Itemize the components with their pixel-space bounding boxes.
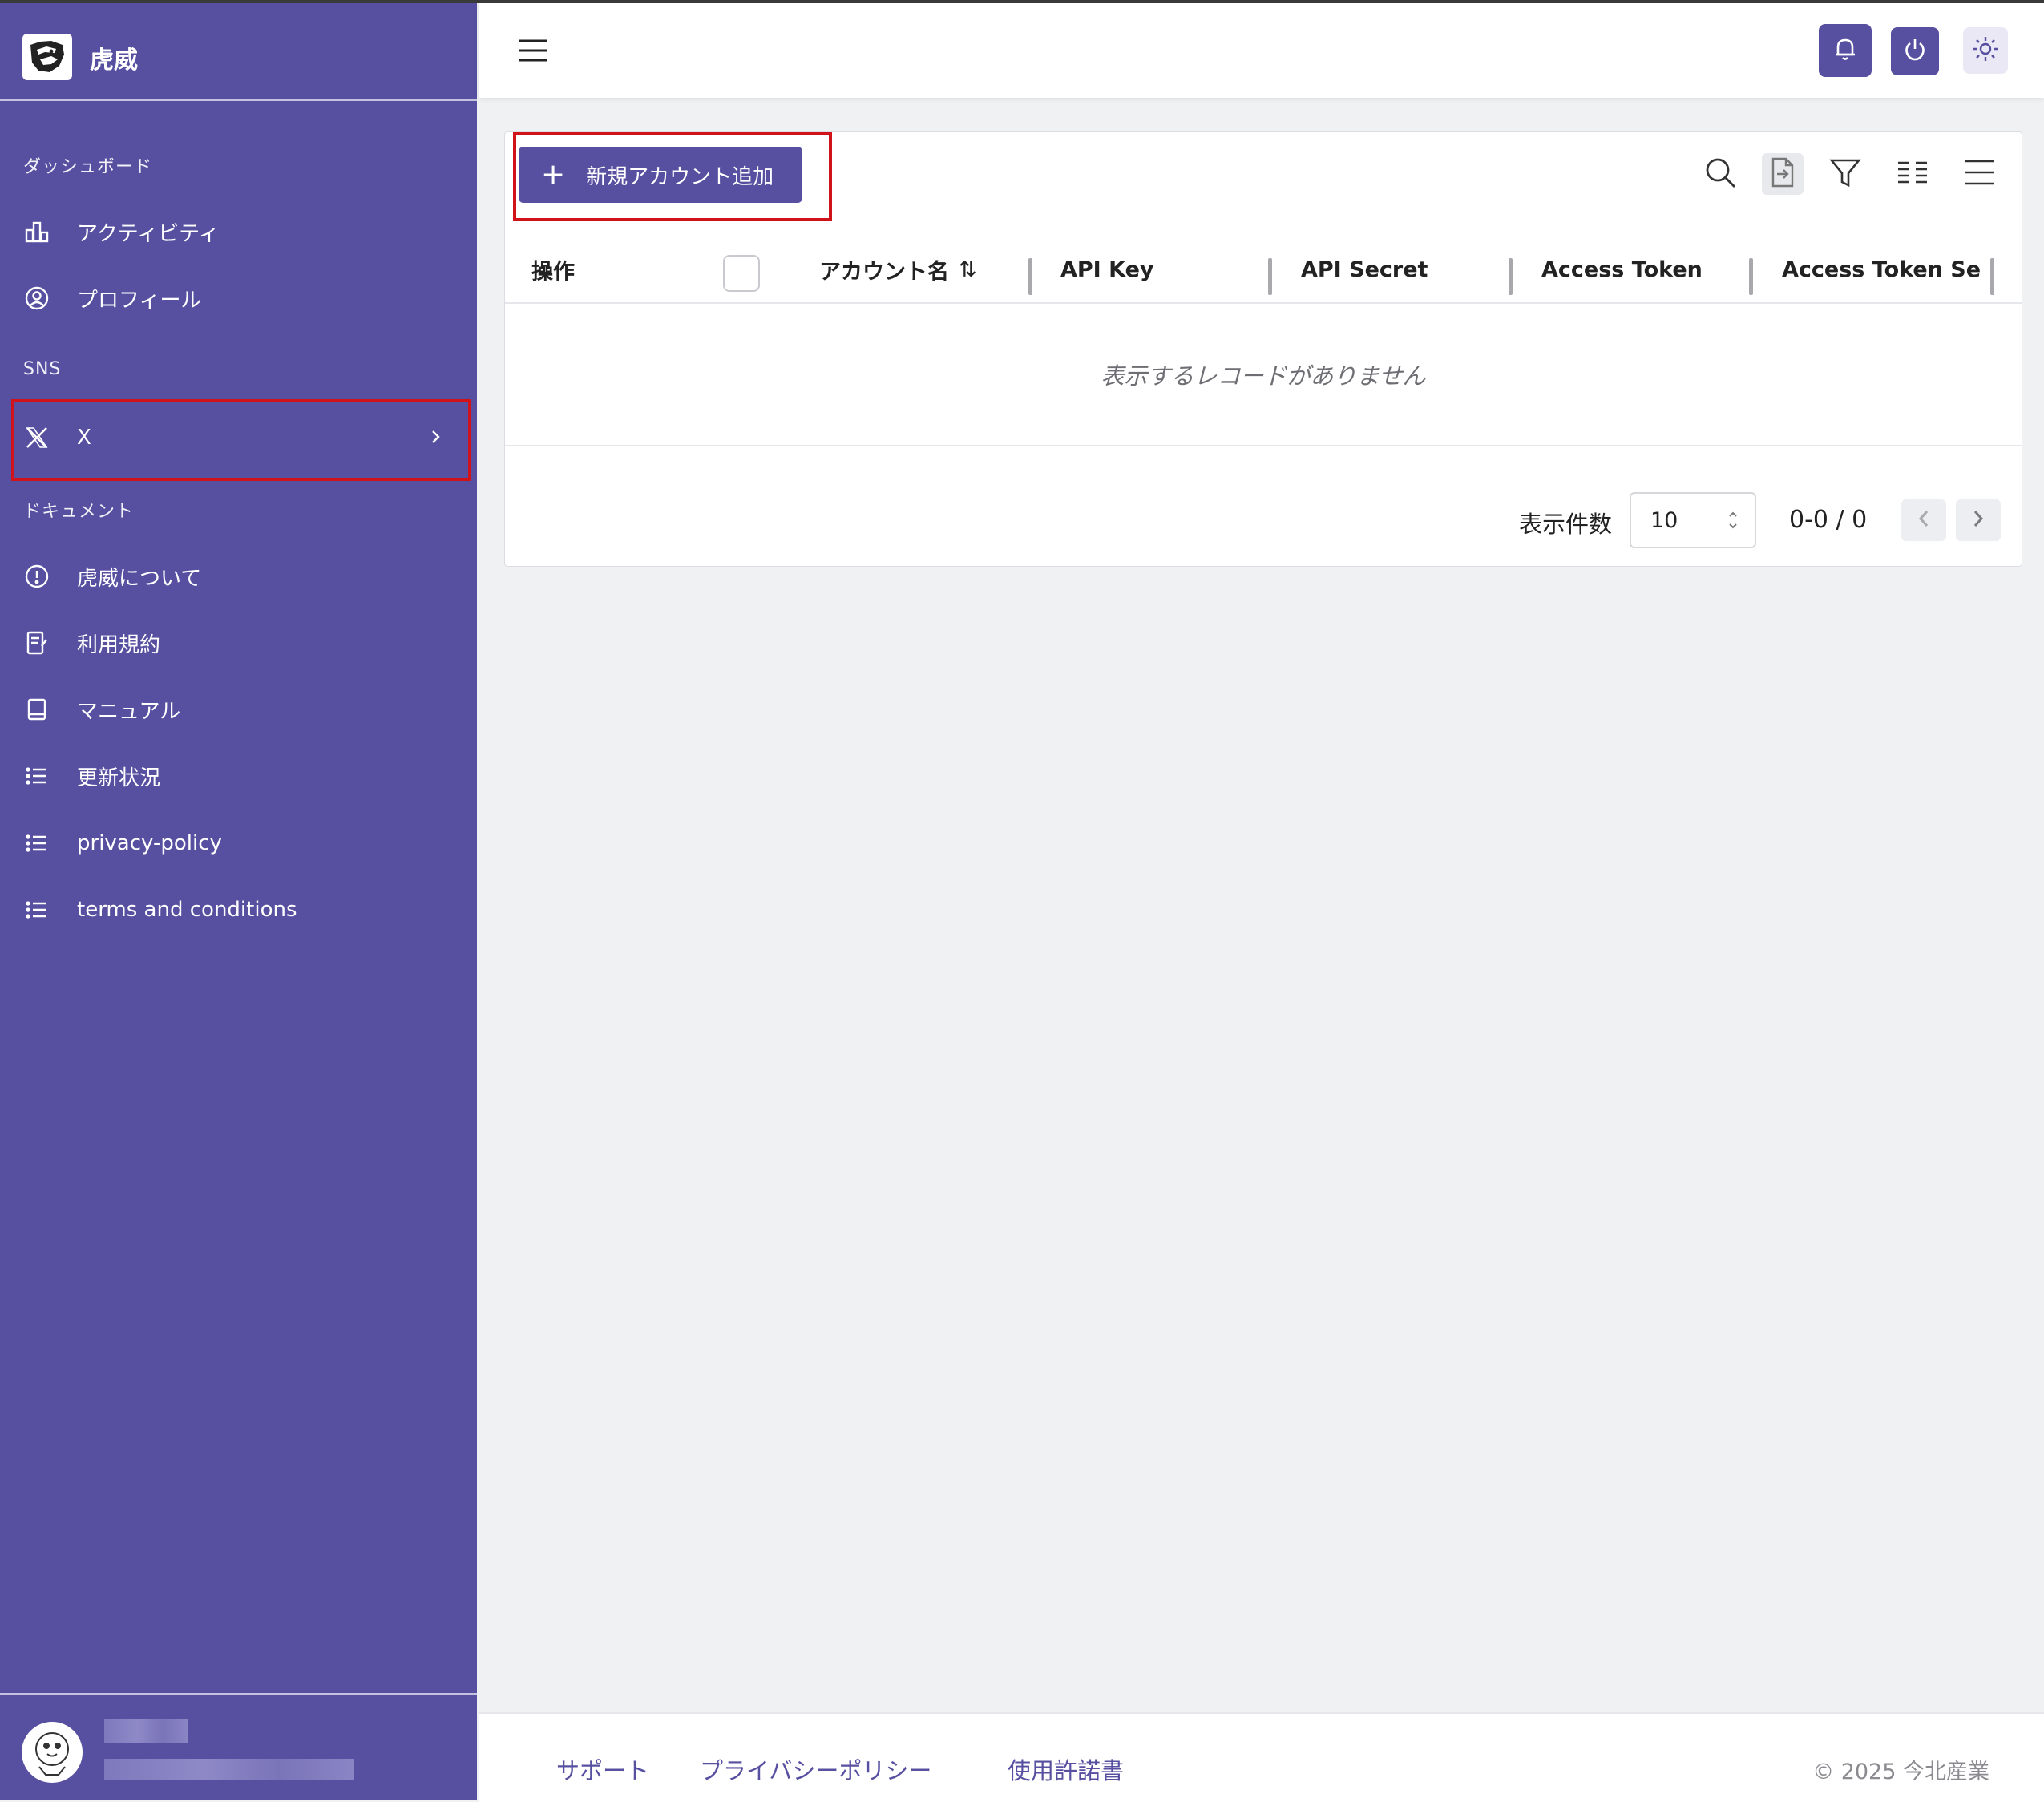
page-footer: サポート プライバシーポリシー 使用許諾書 © 2025 今北産業 bbox=[479, 1712, 2044, 1802]
footer-link-privacy[interactable]: プライバシーポリシー bbox=[700, 1752, 931, 1786]
user-name-redacted bbox=[104, 1719, 188, 1743]
user-circle-icon bbox=[24, 285, 50, 311]
section-sns: SNS bbox=[23, 359, 62, 379]
list-icon bbox=[24, 830, 50, 856]
column-header-label: アカウント名 bbox=[819, 259, 949, 285]
sidebar-item-label: privacy-policy bbox=[77, 831, 222, 855]
next-page-button[interactable] bbox=[1956, 499, 2001, 541]
sun-icon bbox=[1972, 35, 1999, 66]
power-icon bbox=[1902, 37, 1928, 66]
sidebar-item-activity[interactable]: アクティビティ bbox=[13, 202, 467, 261]
menu-icon bbox=[1964, 158, 1996, 190]
columns-button[interactable] bbox=[1892, 153, 1933, 195]
column-header-access-token-secret[interactable]: Access Token Se bbox=[1782, 236, 1990, 302]
filter-icon bbox=[1829, 156, 1861, 192]
column-header-api-secret[interactable]: API Secret bbox=[1301, 236, 1428, 302]
user-panel[interactable] bbox=[0, 1693, 477, 1802]
list-icon bbox=[24, 763, 50, 789]
search-button[interactable] bbox=[1699, 153, 1741, 195]
sidebar-item-terms-and-conditions[interactable]: terms and conditions bbox=[13, 880, 467, 939]
column-resize-handle[interactable] bbox=[1509, 258, 1513, 295]
top-header bbox=[479, 3, 2044, 98]
footer-link-license[interactable]: 使用許諾書 bbox=[1008, 1752, 1124, 1786]
sidebar-item-label: terms and conditions bbox=[77, 898, 297, 922]
sidebar-item-about[interactable]: 虎威について bbox=[13, 547, 467, 606]
export-file-icon bbox=[1768, 156, 1797, 192]
highlight-box-add-button bbox=[513, 132, 832, 221]
chevron-left-icon bbox=[1916, 507, 1932, 534]
column-header-access-token[interactable]: Access Token bbox=[1541, 236, 1703, 302]
empty-table-message: 表示するレコードがありません bbox=[505, 304, 2022, 446]
user-email-redacted bbox=[104, 1759, 354, 1780]
column-header-account-name[interactable]: アカウント名 ⇅ bbox=[819, 236, 977, 302]
document-pen-icon bbox=[24, 630, 50, 656]
bell-icon bbox=[1832, 35, 1859, 66]
export-button[interactable] bbox=[1762, 153, 1804, 195]
prev-page-button[interactable] bbox=[1901, 499, 1946, 541]
per-page-value: 10 bbox=[1650, 507, 1678, 533]
brand[interactable]: 虎威 bbox=[0, 3, 477, 101]
sidebar-item-manual[interactable]: マニュアル bbox=[13, 680, 467, 739]
per-page-label: 表示件数 bbox=[1519, 511, 1613, 538]
column-resize-handle[interactable] bbox=[1749, 258, 1753, 295]
sidebar-item-label: マニュアル bbox=[77, 699, 181, 724]
section-docs: ドキュメント bbox=[23, 502, 135, 522]
sidebar-item-label: 更新状況 bbox=[77, 766, 161, 790]
notifications-button[interactable] bbox=[1819, 24, 1872, 77]
accounts-card: + 新規アカウント追加 操作 アカウント名 ⇅ API Key API Secr… bbox=[504, 131, 2022, 567]
column-resize-handle[interactable] bbox=[1028, 258, 1032, 295]
sidebar-item-label: 虎威について bbox=[77, 566, 202, 591]
window-top-border bbox=[0, 0, 2044, 3]
logout-button[interactable] bbox=[1891, 27, 1939, 75]
table-header: 操作 アカウント名 ⇅ API Key API Secret Access To… bbox=[505, 236, 2022, 304]
sidebar-item-terms[interactable]: 利用規約 bbox=[13, 613, 467, 673]
footer-link-support[interactable]: サポート bbox=[556, 1752, 649, 1786]
filter-button[interactable] bbox=[1824, 153, 1866, 195]
theme-toggle-button[interactable] bbox=[1963, 27, 2008, 74]
tiger-logo-icon bbox=[22, 34, 72, 80]
highlight-box-sidebar-x bbox=[11, 399, 471, 481]
table-menu-button[interactable] bbox=[1959, 153, 2001, 195]
select-arrows-icon bbox=[1727, 507, 1739, 539]
sidebar-item-privacy-policy[interactable]: privacy-policy bbox=[13, 814, 467, 873]
column-header-api-key[interactable]: API Key bbox=[1060, 236, 1154, 302]
book-icon bbox=[24, 697, 50, 722]
list-icon bbox=[24, 897, 50, 923]
sort-icon[interactable]: ⇅ bbox=[959, 257, 977, 282]
info-circle-icon bbox=[24, 564, 50, 589]
sidebar-item-updates[interactable]: 更新状況 bbox=[13, 746, 467, 806]
hamburger-menu-icon[interactable] bbox=[517, 38, 549, 63]
column-header-actions: 操作 bbox=[531, 259, 575, 285]
columns-icon bbox=[1897, 159, 1929, 189]
search-icon bbox=[1703, 156, 1737, 192]
sidebar: 虎威 ダッシュボード アクティビティ プロフィール SNS X ドキュメント 虎… bbox=[0, 0, 477, 1800]
sidebar-item-label: 利用規約 bbox=[77, 632, 161, 657]
copyright-text: © 2025 今北産業 bbox=[1812, 1760, 1989, 1784]
section-dashboard: ダッシュボード bbox=[23, 157, 153, 177]
sidebar-item-profile[interactable]: プロフィール bbox=[13, 269, 467, 328]
bar-chart-icon bbox=[24, 219, 50, 244]
app-name: 虎威 bbox=[90, 46, 138, 75]
pagination-range: 0-0 / 0 bbox=[1789, 506, 1868, 534]
sidebar-item-label: プロフィール bbox=[77, 288, 202, 313]
avatar[interactable] bbox=[22, 1722, 83, 1783]
column-resize-handle[interactable] bbox=[1990, 258, 1994, 295]
column-resize-handle[interactable] bbox=[1268, 258, 1272, 295]
per-page-select[interactable]: 10 bbox=[1630, 492, 1756, 548]
chevron-right-icon bbox=[1970, 507, 1986, 534]
select-all-checkbox[interactable] bbox=[723, 255, 760, 292]
sidebar-item-label: アクティビティ bbox=[77, 221, 220, 246]
